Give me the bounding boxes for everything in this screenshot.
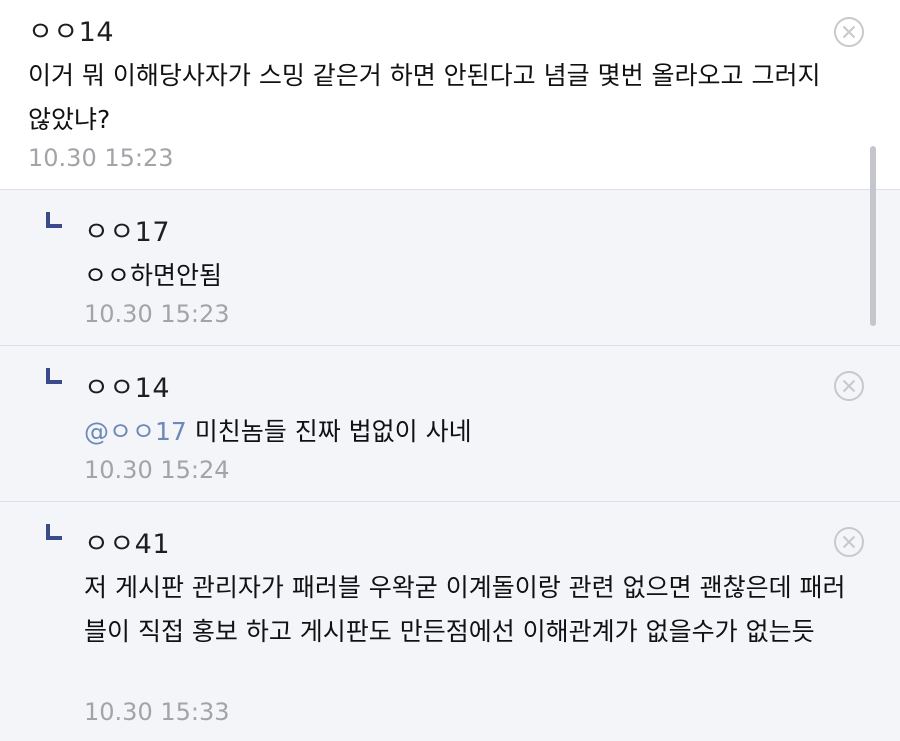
close-icon[interactable]	[833, 370, 865, 402]
comment-timestamp: 10.30 15:23	[28, 144, 174, 172]
reply-timestamp: 10.30 15:23	[84, 300, 230, 328]
reply-arrow-icon	[46, 212, 62, 228]
comment-item: ㅇㅇ14 이거 뭐 이해당사자가 스밍 같은거 하면 안된다고 념글 몇번 올라…	[0, 0, 900, 190]
reply-text-body: 미친놈들 진짜 법없이 사네	[186, 417, 472, 446]
reply-text: ㅇㅇ하면안됨	[84, 261, 223, 290]
reply-item: ㅇㅇ14 @ㅇㅇ17 미친놈들 진짜 법없이 사네 10.30 15:24	[0, 346, 900, 502]
reply-author[interactable]: ㅇㅇ41	[84, 522, 170, 561]
reply-timestamp: 10.30 15:24	[84, 456, 230, 484]
reply-author[interactable]: ㅇㅇ17	[84, 210, 170, 249]
mention-link[interactable]: @ㅇㅇ17	[84, 417, 187, 446]
reply-item: ㅇㅇ17 ㅇㅇ하면안됨 10.30 15:23	[0, 190, 900, 346]
scrollbar[interactable]	[870, 146, 876, 326]
comment-text: 이거 뭐 이해당사자가 스밍 같은거 하면 안된다고 념글 몇번 올라오고 그러…	[28, 61, 821, 134]
reply-arrow-icon	[46, 524, 62, 540]
reply-item: ㅇㅇ41 저 게시판 관리자가 패러블 우왁굳 이계돌이랑 관련 없으면 괜찮은…	[0, 502, 900, 741]
comment-author[interactable]: ㅇㅇ14	[28, 10, 114, 49]
reply-author[interactable]: ㅇㅇ14	[84, 366, 170, 405]
close-icon[interactable]	[833, 16, 865, 48]
reply-timestamp: 10.30 15:33	[84, 698, 230, 726]
close-icon[interactable]	[833, 526, 865, 558]
reply-text: @ㅇㅇ17 미친놈들 진짜 법없이 사네	[84, 410, 844, 454]
reply-arrow-icon	[46, 368, 62, 384]
reply-text: 저 게시판 관리자가 패러블 우왁굳 이계돌이랑 관련 없으면 괜찮은데 패러블…	[84, 573, 846, 646]
